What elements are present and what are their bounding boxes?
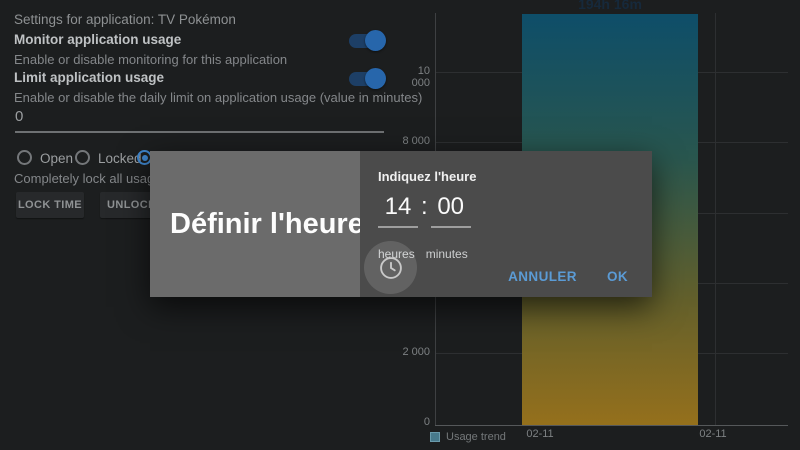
clock-mode-button[interactable] bbox=[364, 241, 417, 294]
cancel-button[interactable]: ANNULER bbox=[508, 269, 577, 284]
radio-open[interactable] bbox=[17, 150, 32, 165]
radio-locked-label[interactable]: Locked bbox=[98, 151, 142, 166]
dialog-title: Définir l'heure bbox=[150, 208, 364, 241]
radio-locked[interactable] bbox=[75, 150, 90, 165]
input-underline bbox=[15, 131, 384, 133]
daily-limit-input[interactable]: 0 bbox=[15, 108, 23, 125]
chart-title-total-usage: 194h 16m bbox=[522, 0, 698, 12]
lock-note: Completely lock all usage bbox=[14, 171, 161, 186]
minutes-field[interactable]: 00 bbox=[431, 193, 471, 228]
lock-time-button[interactable]: LOCK TIME bbox=[16, 192, 84, 218]
ok-button[interactable]: OK bbox=[607, 269, 628, 284]
dialog-prompt: Indiquez l'heure bbox=[378, 169, 476, 184]
hours-field[interactable]: 14 bbox=[378, 193, 418, 228]
legend-label: Usage trend bbox=[446, 431, 506, 443]
limit-usage-description: Enable or disable the daily limit on app… bbox=[14, 90, 422, 105]
x-tick-label: 02-11 bbox=[699, 428, 726, 440]
chart-legend: Usage trend bbox=[430, 431, 506, 443]
y-tick-label: 2 000 bbox=[400, 346, 430, 358]
clock-icon bbox=[377, 254, 405, 282]
y-tick-label: 0 bbox=[400, 416, 430, 428]
toggle-thumb bbox=[365, 68, 386, 89]
toggle-thumb bbox=[365, 30, 386, 51]
time-input-row: 14 : 00 bbox=[378, 193, 471, 228]
minutes-unit-label: minutes bbox=[426, 247, 468, 261]
dialog-content-panel: Indiquez l'heure 14 : 00 heures minutes … bbox=[360, 151, 652, 297]
dialog-actions: ANNULER OK bbox=[508, 269, 628, 284]
time-separator: : bbox=[418, 193, 431, 221]
monitor-usage-toggle[interactable] bbox=[349, 34, 383, 48]
gridline-vertical bbox=[715, 13, 716, 425]
page-title: Settings for application: TV Pokémon bbox=[14, 12, 236, 27]
y-tick-label: 8 000 bbox=[400, 135, 430, 147]
radio-open-label[interactable]: Open bbox=[40, 151, 73, 166]
monitor-usage-description: Enable or disable monitoring for this ap… bbox=[14, 52, 287, 67]
legend-swatch bbox=[430, 432, 440, 442]
time-picker-dialog: Définir l'heure Indiquez l'heure 14 : 00… bbox=[150, 151, 652, 297]
limit-usage-label: Limit application usage bbox=[14, 70, 164, 85]
y-tick-label: 10 000 bbox=[400, 65, 430, 89]
chart-x-axis bbox=[435, 425, 788, 426]
limit-usage-toggle[interactable] bbox=[349, 72, 383, 86]
dialog-title-panel: Définir l'heure bbox=[150, 151, 360, 297]
x-tick-label: 02-11 bbox=[526, 428, 553, 440]
monitor-usage-label: Monitor application usage bbox=[14, 32, 181, 47]
